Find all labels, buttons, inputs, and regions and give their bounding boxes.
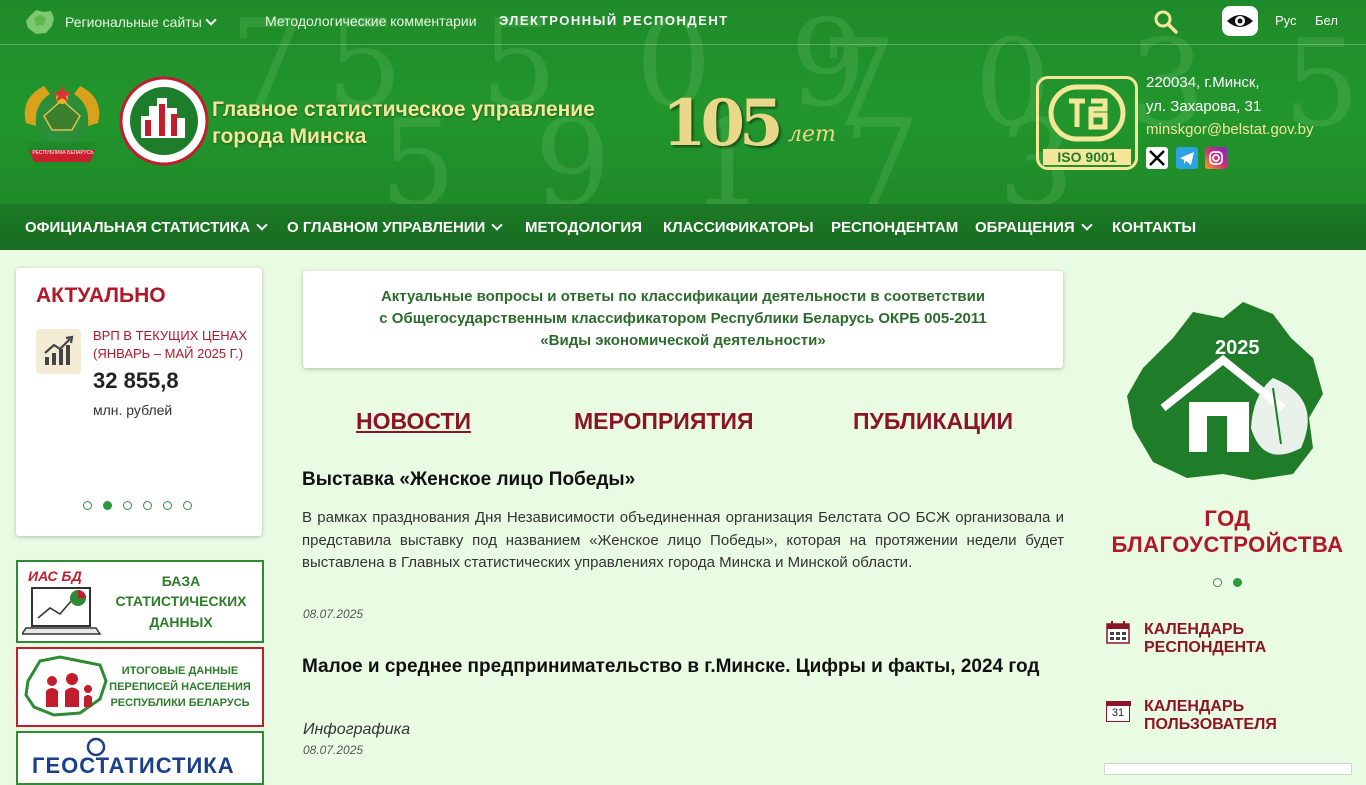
geostatistics-banner[interactable]: ГЕОСТАТИСТИКА (16, 731, 264, 785)
classification-notice-card[interactable]: Актуальные вопросы и ответы по классифик… (303, 271, 1063, 368)
nav-methodology[interactable]: МЕТОДОЛОГИЯ (525, 219, 642, 236)
census-line2: ПЕРЕПИСЕЙ НАСЕЛЕНИЯ (109, 681, 251, 693)
geostatistics-label: ГЕОСТАТИСТИКА (32, 753, 235, 778)
org-title[interactable]: Главное статистическое управление города… (212, 96, 595, 150)
regional-sites-label: Региональные сайты (65, 14, 202, 30)
news-date: 08.07.2025 (303, 743, 364, 757)
chevron-down-icon (205, 14, 217, 26)
calendar-day-icon: 31 (1106, 698, 1131, 722)
belarus-house-leaf-icon: 2025 (1127, 302, 1323, 480)
x-twitter-icon[interactable] (1146, 147, 1168, 169)
gdp-label-line1: ВРП В ТЕКУЩИХ ЦЕНАХ (93, 328, 248, 343)
calendar-grid-icon (1106, 621, 1130, 644)
eye-icon (1227, 15, 1253, 27)
user-calendar-link[interactable]: 31 КАЛЕНДАРЬ ПОЛЬЗОВАТЕЛЯ (1106, 698, 1346, 738)
slider-dot-active[interactable] (103, 501, 112, 510)
slider-dot[interactable] (1213, 578, 1222, 587)
slider-dot[interactable] (163, 501, 172, 510)
respondent-calendar-link[interactable]: КАЛЕНДАРЬ РЕСПОНДЕНТА (1106, 621, 1346, 661)
db-line2: СТАТИСТИЧЕСКИХ (115, 593, 247, 609)
news-body: В рамках празднования Дня Независимости … (302, 509, 1064, 571)
tab-publications[interactable]: ПУБЛИКАЦИИ (853, 408, 1013, 435)
anniversary-logo: 105 лет (662, 86, 836, 164)
gdp-value: 32 855,8 (93, 368, 179, 393)
notice-line3: «Виды экономической деятельности» (540, 332, 826, 349)
slider-dot[interactable] (183, 501, 192, 510)
org-title-line2: города Минска (212, 125, 367, 148)
lang-by-link[interactable]: Бел (1315, 13, 1338, 28)
news-subtitle: Инфографика (303, 721, 411, 738)
right-slider-dots (1213, 578, 1242, 587)
nav-contacts[interactable]: КОНТАКТЫ (1112, 219, 1196, 236)
notice-line2: с Общегосударственным классификатором Ре… (379, 310, 987, 327)
statistics-database-banner[interactable]: ИАС БД БАЗА СТАТИСТИЧЕСКИХ ДАННЫХ (16, 560, 264, 643)
calendar-user-label: КАЛЕНДАРЬ ПОЛЬЗОВАТЕЛЯ (1144, 698, 1277, 733)
search-icon[interactable] (1153, 9, 1179, 35)
belarus-map-icon (26, 10, 54, 34)
chevron-down-icon (491, 219, 504, 231)
iso-label: ISO 9001 (1043, 149, 1131, 165)
news-date: 08.07.2025 (303, 607, 364, 621)
anniversary-number: 105 (662, 86, 784, 161)
main-nav: ОФИЦИАЛЬНАЯ СТАТИСТИКА О ГЛАВНОМ УПРАВЛЕ… (0, 204, 1366, 250)
chevron-down-icon (256, 219, 268, 231)
accessibility-view-button[interactable] (1222, 6, 1258, 36)
belstat-emblem (119, 76, 209, 166)
email-link[interactable]: minskgor@belstat.gov.by (1146, 121, 1314, 138)
ias-tag: ИАС БД (28, 568, 82, 584)
methodology-comments-link[interactable]: Методологические комментарии (265, 13, 477, 29)
org-title-line1: Главное статистическое управление (212, 98, 595, 121)
nav-official-statistics[interactable]: ОФИЦИАЛЬНАЯ СТАТИСТИКА (25, 219, 268, 236)
year-caption: ГОД БЛАГОУСТРОЙСТВА (1111, 506, 1344, 557)
aktual-slider-dots (83, 501, 192, 510)
iso-certificate-badge: ISO 9001 (1036, 76, 1138, 170)
tab-events[interactable]: МЕРОПРИЯТИЯ (574, 408, 753, 435)
slider-dot[interactable] (83, 501, 92, 510)
laptop-chart-icon (22, 587, 102, 635)
slider-dot[interactable] (123, 501, 132, 510)
top-bar: Региональные сайты Методологические комм… (0, 0, 1366, 45)
nav-classifiers[interactable]: КЛАССИФИКАТОРЫ (663, 219, 814, 236)
census-banner[interactable]: ИТОГОВЫЕ ДАННЫЕ ПЕРЕПИСЕЙ НАСЕЛЕНИЯ РЕСП… (16, 647, 264, 727)
tab-news[interactable]: НОВОСТИ (356, 408, 471, 435)
lang-ru-link[interactable]: Рус (1275, 13, 1297, 28)
db-line1: БАЗА (161, 573, 201, 589)
site-header: 75 5 0 9 7 0 3 5 5 9 1 7 3 Региональные … (0, 0, 1366, 250)
gdp-label-line2: (ЯНВАРЬ – МАЙ 2025 Г.) (93, 346, 244, 361)
nav-appeals[interactable]: ОБРАЩЕНИЯ (975, 219, 1093, 236)
chevron-down-icon (1080, 219, 1093, 231)
e-respondent-link[interactable]: ЭЛЕКТРОННЫЙ РЕСПОНДЕНТ (499, 13, 729, 28)
address-line2: ул. Захарова, 31 (1146, 98, 1262, 115)
db-line3: ДАННЫХ (149, 614, 213, 630)
right-bottom-box (1104, 763, 1352, 775)
year-of-improvement-banner[interactable]: 2025 ГОД БЛАГОУСТРОЙСТВА (1105, 298, 1350, 557)
anniversary-word: лет (788, 122, 836, 147)
year-badge: 2025 (1215, 337, 1260, 359)
slider-dot[interactable] (143, 501, 152, 510)
aktual-widget: АКТУАЛЬНО ВРП В ТЕКУЩИХ ЦЕНАХ (ЯНВАРЬ – … (16, 268, 262, 536)
gdp-unit: млн. рублей (93, 402, 173, 418)
calendar-day-number: 31 (1111, 707, 1125, 719)
growth-chart-icon (36, 329, 81, 374)
stb-mark-icon (1048, 84, 1126, 142)
family-map-icon (24, 655, 108, 717)
emblem-ribbon-text: РЕСПУБЛИКА БЕЛАРУСЬ (32, 150, 94, 156)
news-title[interactable]: Малое и среднее предпринимательство в г.… (302, 654, 1062, 680)
slider-dot-active[interactable] (1233, 578, 1242, 587)
nav-about[interactable]: О ГЛАВНОМ УПРАВЛЕНИИ (287, 219, 504, 236)
census-line3: РЕСПУБЛИКИ БЕЛАРУСЬ (110, 697, 250, 709)
address-line1: 220034, г.Минск, (1146, 74, 1260, 91)
instagram-icon[interactable] (1205, 147, 1227, 169)
aktual-title: АКТУАЛЬНО (36, 284, 166, 307)
globe-icon (86, 737, 106, 757)
telegram-icon[interactable] (1176, 147, 1198, 169)
nav-respondents[interactable]: РЕСПОНДЕНТАМ (831, 219, 958, 236)
notice-line1: Актуальные вопросы и ответы по классифик… (380, 288, 986, 305)
census-line1: ИТОГОВЫЕ ДАННЫЕ (121, 665, 239, 677)
news-title[interactable]: Выставка «Женское лицо Победы» (302, 467, 635, 493)
calendar-respondent-label: КАЛЕНДАРЬ РЕСПОНДЕНТА (1144, 621, 1267, 656)
